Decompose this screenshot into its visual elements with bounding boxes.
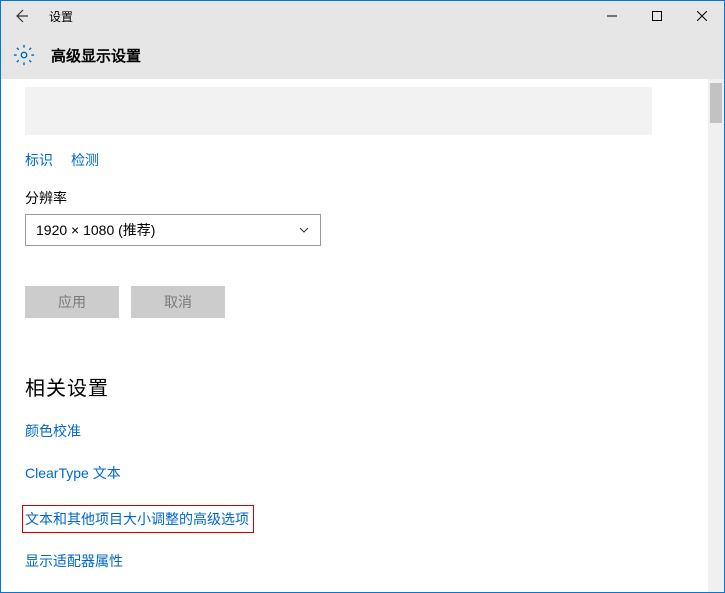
window-title: 设置	[49, 8, 73, 25]
resolution-label: 分辨率	[25, 188, 700, 208]
gear-icon	[13, 44, 35, 66]
page-header: 高级显示设置	[1, 31, 724, 79]
identify-link[interactable]: 标识	[25, 150, 53, 170]
back-button[interactable]	[1, 1, 41, 31]
minimize-button[interactable]	[589, 1, 634, 31]
content-area: 标识 检测 分辨率 1920 × 1080 (推荐) 应用 取消 相关设置 颜色…	[1, 79, 724, 592]
scrollbar-thumb[interactable]	[710, 83, 722, 123]
cleartype-link[interactable]: ClearType 文本	[25, 463, 121, 483]
close-button[interactable]	[679, 1, 724, 31]
related-links: 颜色校准 ClearType 文本 文本和其他项目大小调整的高级选项 显示适配器…	[25, 421, 700, 571]
display-actions: 标识 检测	[25, 150, 700, 170]
apply-button[interactable]: 应用	[25, 286, 119, 318]
page-title: 高级显示设置	[51, 45, 141, 66]
cancel-button[interactable]: 取消	[131, 286, 225, 318]
adapter-properties-link[interactable]: 显示适配器属性	[25, 551, 123, 571]
resolution-value: 1920 × 1080 (推荐)	[36, 220, 155, 240]
scrollbar[interactable]	[708, 79, 724, 592]
titlebar-left: 设置	[1, 1, 73, 31]
button-row: 应用 取消	[25, 286, 700, 318]
caption-buttons	[589, 1, 724, 31]
related-settings-heading: 相关设置	[25, 372, 700, 401]
minimize-icon	[607, 11, 617, 21]
display-preview	[25, 87, 652, 135]
detect-link[interactable]: 检测	[71, 150, 99, 170]
maximize-button[interactable]	[634, 1, 679, 31]
back-arrow-icon	[13, 8, 29, 24]
advanced-sizing-link[interactable]: 文本和其他项目大小调整的高级选项	[22, 505, 254, 533]
close-icon	[697, 11, 707, 21]
titlebar: 设置	[1, 1, 724, 31]
maximize-icon	[652, 11, 662, 21]
color-calibration-link[interactable]: 颜色校准	[25, 421, 81, 441]
resolution-select[interactable]: 1920 × 1080 (推荐)	[25, 214, 321, 246]
chevron-down-icon	[298, 224, 310, 236]
